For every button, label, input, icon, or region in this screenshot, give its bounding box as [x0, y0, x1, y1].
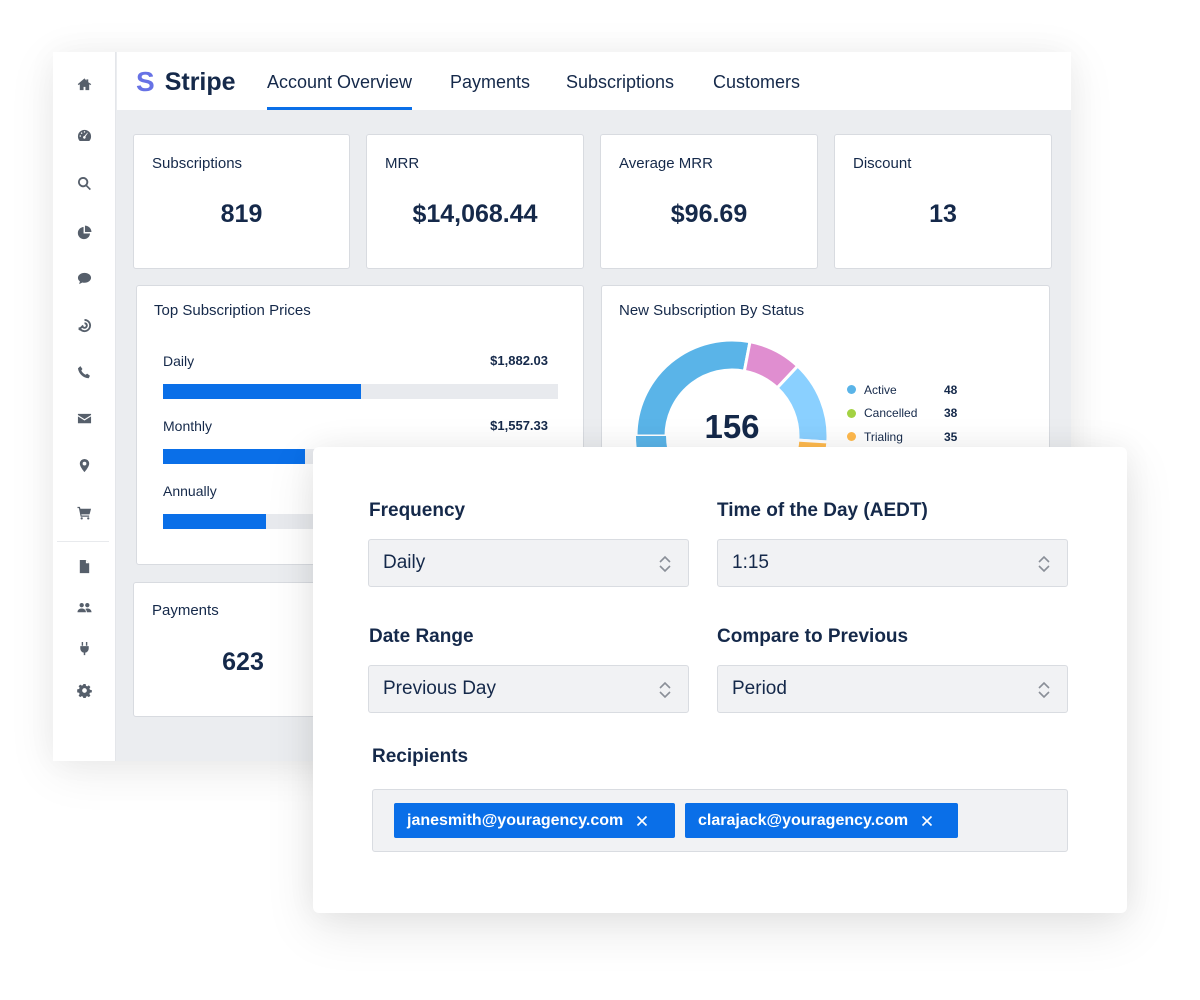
price-bar-fill	[163, 514, 266, 529]
stripe-logo-mark: S	[136, 66, 155, 97]
recipient-email: janesmith@youragency.com	[407, 811, 624, 829]
stripe-logo[interactable]: S Stripe	[136, 66, 236, 97]
time-of-day-select[interactable]: 1:15	[717, 539, 1068, 587]
price-label: Annually	[163, 483, 217, 499]
plug-icon[interactable]	[75, 639, 93, 657]
select-chevron-icon	[1038, 681, 1050, 699]
report-settings-panel: Frequency Daily Time of the Day (AEDT) 1…	[313, 447, 1127, 913]
legend-count: 35	[944, 429, 958, 444]
compare-value: Period	[732, 678, 787, 699]
frequency-select[interactable]: Daily	[368, 539, 689, 587]
tab-payments[interactable]: Payments	[450, 72, 530, 110]
compare-select[interactable]: Period	[717, 665, 1068, 713]
sidebar-divider	[57, 541, 109, 542]
search-icon[interactable]	[75, 174, 93, 192]
tab-customers[interactable]: Customers	[713, 72, 800, 110]
time-of-day-value: 1:15	[732, 552, 769, 573]
users-icon[interactable]	[75, 598, 93, 616]
tab-subscriptions[interactable]: Subscriptions	[566, 72, 674, 110]
recipient-chip[interactable]: clarajack@youragency.com	[685, 803, 958, 838]
stripe-logo-text: Stripe	[164, 68, 236, 96]
date-range-value: Previous Day	[383, 678, 496, 699]
dashboard-gauge-icon[interactable]	[75, 126, 93, 144]
chart-legend: Active 48 Cancelled 38 Trialing 35	[847, 378, 957, 449]
price-label: Daily	[163, 353, 195, 369]
frequency-label: Frequency	[369, 500, 466, 521]
phone-icon[interactable]	[75, 363, 93, 381]
price-bar-fill	[163, 384, 361, 399]
target-icon[interactable]	[75, 316, 93, 334]
price-bar-fill	[163, 449, 306, 464]
kpi-title: Payments	[152, 602, 219, 619]
date-range-label: Date Range	[369, 626, 474, 647]
legend-count: 48	[944, 382, 958, 397]
panel-title: New Subscription By Status	[619, 302, 805, 319]
top-navigation: S Stripe Account Overview Payments Subsc…	[117, 52, 1071, 110]
recipients-label: Recipients	[372, 746, 469, 767]
kpi-title: Discount	[853, 155, 912, 172]
kpi-card-subscriptions: Subscriptions 819	[133, 134, 350, 269]
compare-label: Compare to Previous	[717, 626, 909, 647]
select-chevron-icon	[659, 555, 671, 573]
price-value: $1,882.03	[490, 353, 548, 368]
kpi-title: MRR	[385, 155, 420, 172]
kpi-value: $96.69	[670, 200, 748, 228]
price-value: $1,557.33	[490, 418, 548, 433]
gear-icon[interactable]	[75, 681, 93, 699]
legend-count: 38	[944, 406, 958, 421]
legend-dot	[847, 385, 856, 395]
kpi-title: Subscriptions	[152, 155, 243, 172]
frequency-value: Daily	[383, 552, 426, 573]
kpi-value: $14,068.44	[412, 200, 538, 228]
legend-item-cancelled: Cancelled 38	[847, 402, 957, 426]
recipient-email: clarajack@youragency.com	[698, 811, 909, 829]
legend-item-active: Active 48	[847, 378, 957, 402]
legend-label: Trialing	[864, 429, 903, 444]
recipients-input[interactable]: janesmith@youragency.com clarajack@youra…	[372, 789, 1068, 852]
kpi-title: Average MRR	[619, 155, 713, 172]
tab-account-overview[interactable]: Account Overview	[267, 72, 413, 110]
recipient-chip[interactable]: janesmith@youragency.com	[394, 803, 675, 838]
shopping-cart-icon[interactable]	[75, 503, 93, 521]
time-of-day-label: Time of the Day (AEDT)	[717, 500, 928, 521]
legend-dot	[847, 408, 856, 418]
select-chevron-icon	[659, 681, 671, 699]
select-chevron-icon	[1038, 555, 1050, 573]
legend-dot	[847, 432, 856, 442]
price-bar-track	[163, 384, 558, 399]
panel-title: Top Subscription Prices	[154, 302, 311, 319]
sidebar	[53, 52, 116, 761]
kpi-value: 13	[929, 200, 957, 228]
document-icon[interactable]	[75, 557, 93, 575]
legend-item-trialing: Trialing 35	[847, 425, 957, 449]
price-label: Monthly	[163, 418, 213, 434]
kpi-value: 819	[220, 200, 263, 228]
legend-label: Cancelled	[864, 406, 918, 421]
remove-recipient-icon[interactable]	[635, 814, 649, 828]
pie-chart-icon[interactable]	[75, 223, 93, 241]
donut-total: 156	[704, 408, 760, 445]
kpi-card-mrr: MRR $14,068.44	[366, 134, 584, 269]
chat-bubble-icon[interactable]	[75, 269, 93, 287]
date-range-select[interactable]: Previous Day	[368, 665, 689, 713]
kpi-card-discount: Discount 13	[834, 134, 1052, 269]
kpi-card-average-mrr: Average MRR $96.69	[600, 134, 818, 269]
mail-icon[interactable]	[75, 409, 93, 427]
legend-label: Active	[864, 382, 897, 397]
map-pin-icon[interactable]	[75, 456, 93, 474]
home-icon[interactable]	[75, 75, 93, 93]
remove-recipient-icon[interactable]	[920, 814, 934, 828]
